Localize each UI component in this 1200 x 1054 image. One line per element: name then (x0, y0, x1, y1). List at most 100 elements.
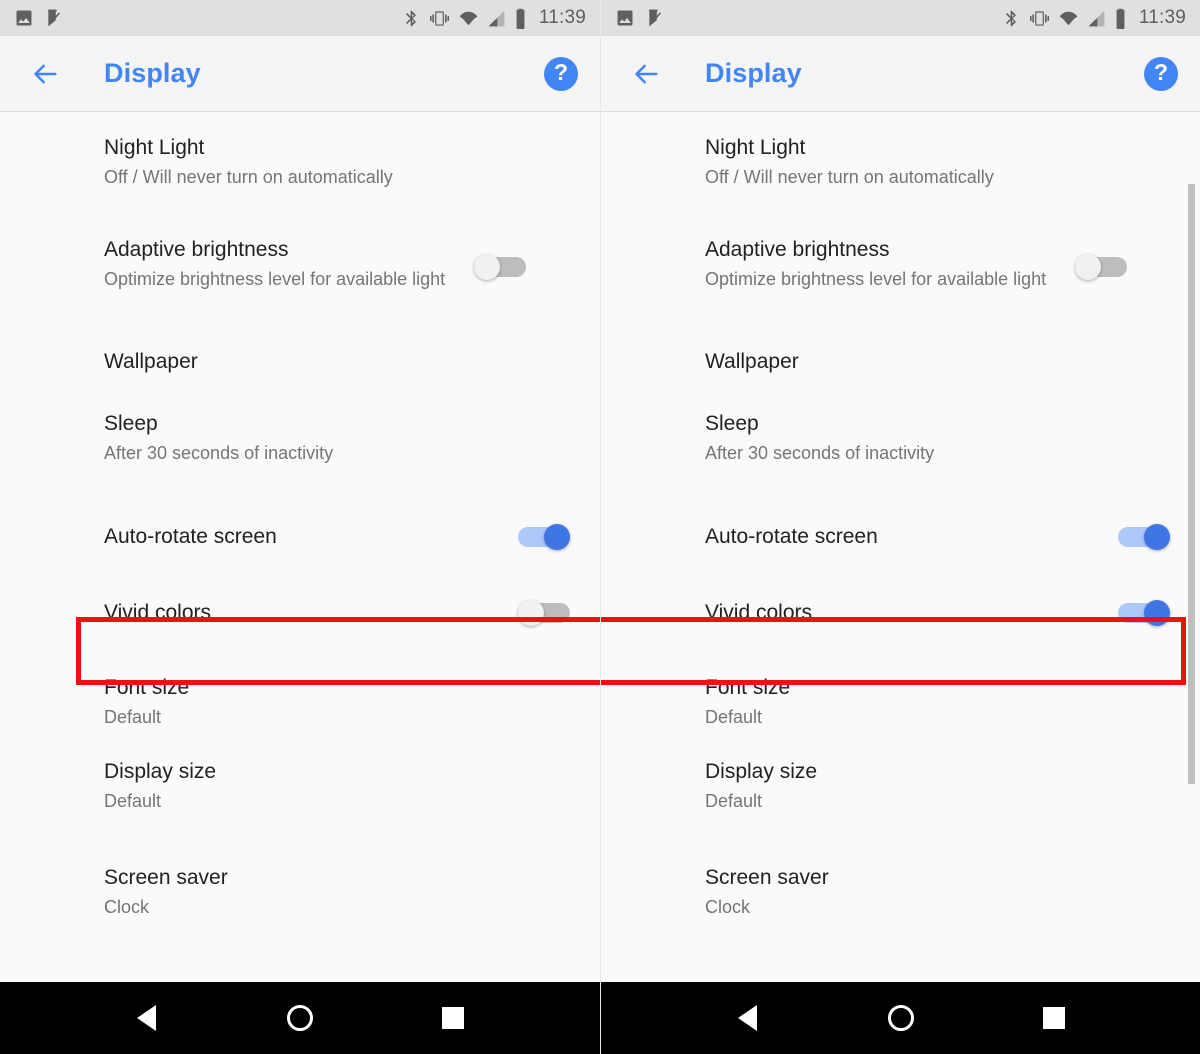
back-button[interactable] (627, 54, 667, 94)
list-item-sleep[interactable]: Sleep After 30 seconds of inactivity (0, 410, 600, 496)
status-bar-clock: 11:39 (1138, 7, 1186, 28)
list-item-display-size[interactable]: Display size Default (0, 758, 600, 864)
list-item-subtitle: Default (705, 707, 763, 728)
list-item-subtitle: Clock (705, 897, 751, 918)
row-text: Adaptive brightness Optimize brightness … (104, 236, 474, 292)
arrow-left-icon (34, 64, 57, 83)
list-item-vivid-colors[interactable]: Vivid colors (601, 574, 1200, 652)
list-item-wallpaper[interactable]: Wallpaper (601, 334, 1200, 410)
list-item-subtitle: Default (104, 707, 162, 728)
list-item-night-light[interactable]: Night Light Off / Will never turn on aut… (601, 134, 1200, 222)
nav-home-button[interactable] (265, 982, 335, 1054)
nav-back-button[interactable] (713, 982, 783, 1054)
list-item-title: Auto-rotate screen (104, 525, 277, 549)
vertical-scrollbar[interactable] (1188, 184, 1195, 784)
toggle-auto-rotate-screen[interactable] (518, 524, 570, 550)
phone-screenshot-right: 11:39 Display ? Night Light Off / Will n… (600, 0, 1200, 1054)
arrow-left-icon (635, 64, 658, 83)
row-text: Auto-rotate screen (104, 523, 518, 550)
list-item-screen-saver[interactable]: Screen saver Clock (0, 864, 600, 944)
list-item-display-size[interactable]: Display size Default (601, 758, 1200, 864)
list-item-title: Wallpaper (705, 350, 799, 373)
status-bar: 11:39 (0, 0, 600, 36)
settings-list: Night Light Off / Will never turn on aut… (601, 112, 1200, 982)
home-circle-icon (887, 1005, 914, 1031)
toggle-thumb (474, 254, 500, 280)
list-item-sleep[interactable]: Sleep After 30 seconds of inactivity (601, 410, 1200, 496)
toggle-adaptive-brightness[interactable] (1075, 254, 1127, 280)
list-item-night-light[interactable]: Night Light Off / Will never turn on aut… (0, 134, 600, 222)
list-item-title: Wallpaper (104, 350, 198, 373)
toggle-vivid-colors[interactable] (518, 600, 570, 626)
list-item-auto-rotate-screen[interactable]: Auto-rotate screen (0, 496, 600, 574)
list-item-subtitle: Optimize brightness level for available … (705, 269, 1047, 290)
list-item-title: Screen saver (104, 866, 228, 889)
status-bar-left-icons (14, 8, 65, 28)
toggle-thumb (1075, 254, 1101, 280)
list-item-wallpaper[interactable]: Wallpaper (0, 334, 600, 410)
row-text: Sleep After 30 seconds of inactivity (104, 410, 570, 466)
checkmark-flag-icon (649, 9, 661, 27)
row-text: Display size Default (705, 758, 1170, 814)
back-button[interactable] (26, 54, 66, 94)
wifi-icon (1059, 11, 1078, 25)
row-text: Auto-rotate screen (705, 523, 1118, 550)
row-control (518, 524, 570, 550)
row-text: Font size Default (705, 674, 1170, 730)
image-icon (16, 10, 32, 26)
help-button[interactable]: ? (1144, 56, 1178, 91)
list-item-subtitle: Default (705, 791, 763, 812)
list-item-adaptive-brightness[interactable]: Adaptive brightness Optimize brightness … (601, 222, 1200, 334)
row-text: Screen saver Clock (104, 864, 570, 920)
list-item-title: Auto-rotate screen (705, 525, 878, 549)
row-control (518, 600, 570, 626)
status-bar: 11:39 (601, 0, 1200, 36)
nav-recents-button[interactable] (1019, 982, 1089, 1054)
list-item-adaptive-brightness[interactable]: Adaptive brightness Optimize brightness … (0, 222, 600, 334)
list-item-font-size[interactable]: Font size Default (601, 652, 1200, 758)
row-text: Screen saver Clock (705, 864, 1170, 920)
side-by-side-comparison: 11:39 Display ? Night Light Off / Will n… (0, 0, 1200, 1054)
image-icon (617, 10, 633, 26)
list-item-subtitle: Optimize brightness level for available … (104, 269, 446, 290)
toggle-vivid-colors[interactable] (1118, 600, 1170, 626)
list-item-title: Display size (104, 760, 217, 783)
list-item-subtitle: After 30 seconds of inactivity (104, 443, 334, 464)
list-item-title: Font size (104, 676, 190, 699)
list-item-title: Display size (705, 760, 818, 783)
nav-home-button[interactable] (866, 982, 936, 1054)
status-bar-left-icons (615, 8, 666, 28)
list-item-subtitle: Off / Will never turn on automatically (705, 167, 994, 188)
phone-screenshot-left: 11:39 Display ? Night Light Off / Will n… (0, 0, 600, 1054)
list-item-screen-saver[interactable]: Screen saver Clock (601, 864, 1200, 944)
app-bar: Display ? (0, 36, 600, 112)
bluetooth-icon (1005, 10, 1016, 26)
bluetooth-icon (405, 10, 416, 26)
list-item-title: Night Light (705, 136, 806, 159)
nav-back-button[interactable] (112, 982, 182, 1054)
toggle-adaptive-brightness[interactable] (474, 254, 526, 280)
cellular-signal-icon (1088, 10, 1105, 26)
list-item-font-size[interactable]: Font size Default (0, 652, 600, 758)
help-button[interactable]: ? (544, 56, 578, 91)
app-bar: Display ? (601, 36, 1200, 112)
row-text: Display size Default (104, 758, 570, 814)
status-bar-right-icons: 11:39 (402, 7, 586, 29)
toggle-thumb (544, 524, 570, 550)
toggle-thumb (518, 600, 544, 626)
back-triangle-icon (137, 1005, 157, 1031)
toggle-auto-rotate-screen[interactable] (1118, 524, 1170, 550)
android-navigation-bar (601, 982, 1200, 1054)
toggle-thumb (1144, 600, 1170, 626)
recents-square-icon (442, 1007, 465, 1029)
row-text: Night Light Off / Will never turn on aut… (104, 134, 570, 190)
toggle-thumb (1144, 524, 1170, 550)
nav-recents-button[interactable] (418, 982, 488, 1054)
list-item-vivid-colors[interactable]: Vivid colors (0, 574, 600, 652)
row-control (474, 236, 526, 280)
wifi-icon (459, 11, 478, 25)
page-title: Display (104, 58, 201, 88)
list-item-auto-rotate-screen[interactable]: Auto-rotate screen (601, 496, 1200, 574)
row-control (1118, 600, 1170, 626)
help-question-icon: ? (1153, 59, 1169, 85)
